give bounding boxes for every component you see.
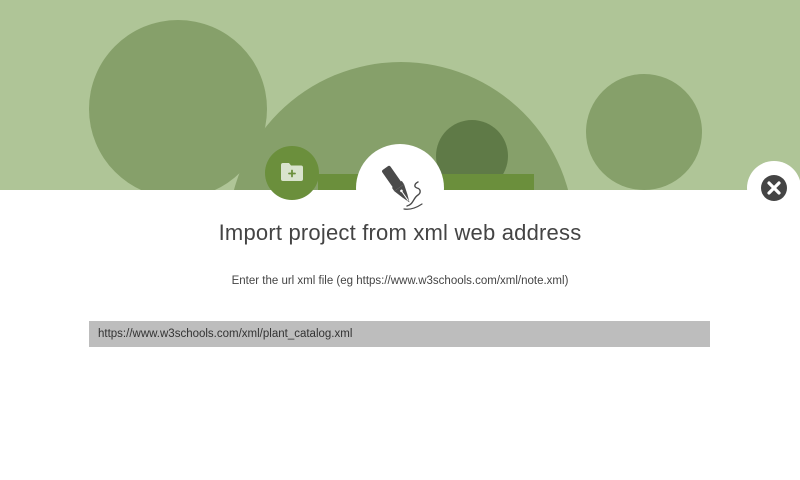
decorative-circle xyxy=(89,20,267,190)
close-icon xyxy=(761,175,787,201)
dialog-title: Import project from xml web address xyxy=(218,220,582,245)
url-hint-text: Enter the url xml file (eg https://www.w… xyxy=(231,275,569,287)
close-button[interactable] xyxy=(747,161,800,215)
url-input[interactable] xyxy=(89,321,710,347)
pen-badge xyxy=(356,144,444,232)
decorative-circle xyxy=(586,74,702,190)
fountain-pen-icon xyxy=(382,165,423,210)
folder-add-badge xyxy=(265,146,319,200)
folder-add-icon xyxy=(281,163,303,181)
